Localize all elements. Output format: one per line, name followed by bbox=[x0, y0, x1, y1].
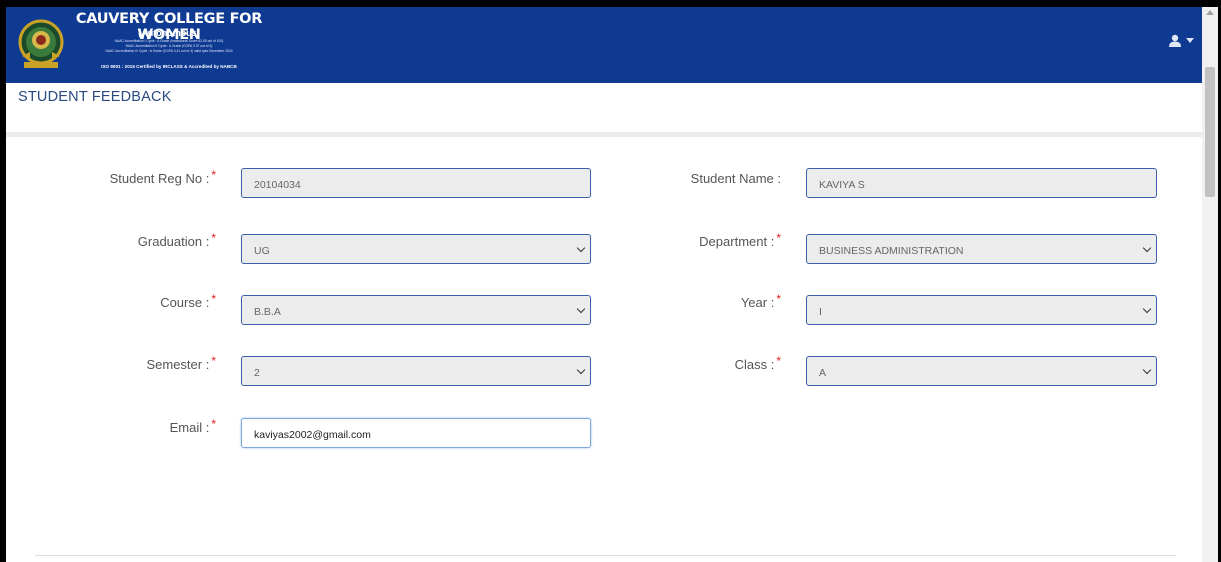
graduation-value: UG bbox=[254, 245, 270, 257]
course-value: B.B.A bbox=[254, 306, 281, 318]
section-divider bbox=[6, 132, 1202, 137]
email-input[interactable]: kaviyas2002@gmail.com bbox=[241, 418, 591, 448]
college-subtitle: (Autonomous) bbox=[138, 28, 200, 38]
class-value: A bbox=[819, 367, 827, 379]
college-logo bbox=[18, 19, 64, 68]
reg-no-label: Student Reg No : * bbox=[66, 168, 216, 186]
chevron-down-icon bbox=[576, 243, 586, 253]
scrollbar-thumb[interactable] bbox=[1205, 67, 1215, 197]
department-label-text: Department : bbox=[699, 234, 775, 249]
semester-value: 2 bbox=[254, 367, 260, 379]
required-marker: * bbox=[211, 417, 216, 431]
accreditation-line: NAAC Accreditation III Cycle : A Grade (… bbox=[105, 49, 233, 53]
course-label: Course : * bbox=[66, 292, 216, 310]
course-select[interactable]: B.B.A bbox=[241, 295, 591, 325]
semester-select[interactable]: 2 bbox=[241, 356, 591, 386]
section-divider bbox=[35, 555, 1176, 556]
vertical-scrollbar[interactable] bbox=[1202, 7, 1218, 562]
graduation-label: Graduation : * bbox=[66, 231, 216, 249]
scroll-up-arrow-icon[interactable] bbox=[1206, 10, 1214, 15]
chevron-down-icon bbox=[1142, 365, 1152, 375]
iso-certification: ISO 9001 : 2015 Certified by IRCLASS & A… bbox=[101, 64, 237, 69]
chevron-down-icon bbox=[1142, 304, 1152, 314]
email-label-text: Email : bbox=[169, 420, 210, 435]
required-marker: * bbox=[211, 354, 216, 368]
required-marker: * bbox=[776, 231, 781, 245]
class-label: Class : * bbox=[626, 354, 781, 372]
year-select[interactable]: I bbox=[806, 295, 1157, 325]
accreditation-lines: NAAC Accreditation I Cycle : A Grade (In… bbox=[69, 39, 269, 54]
graduation-select[interactable]: UG bbox=[241, 234, 591, 264]
reg-no-input[interactable]: 20104034 bbox=[241, 168, 591, 198]
reg-no-value: 20104034 bbox=[254, 179, 301, 191]
required-marker: * bbox=[211, 231, 216, 245]
year-value: I bbox=[819, 306, 822, 318]
year-label: Year : * bbox=[626, 292, 781, 310]
year-label-text: Year : bbox=[740, 295, 775, 310]
student-name-value: KAVIYA S bbox=[819, 179, 865, 191]
required-marker: * bbox=[211, 292, 216, 306]
class-select[interactable]: A bbox=[806, 356, 1157, 386]
required-marker: * bbox=[776, 354, 781, 368]
graduation-label-text: Graduation : bbox=[137, 234, 210, 249]
class-label-text: Class : bbox=[734, 357, 775, 372]
chevron-down-icon bbox=[1186, 38, 1194, 43]
student-name-label: Student Name : bbox=[690, 171, 781, 186]
semester-label-text: Semester : bbox=[146, 357, 210, 372]
required-marker: * bbox=[211, 168, 216, 182]
department-label: Department : * bbox=[626, 231, 781, 249]
required-marker: * bbox=[776, 292, 781, 306]
browser-viewport: CAUVERY COLLEGE FOR WOMEN (Autonomous) N… bbox=[6, 7, 1202, 562]
department-select[interactable]: BUSINESS ADMINISTRATION bbox=[806, 234, 1157, 264]
course-label-text: Course : bbox=[160, 295, 210, 310]
page-title: STUDENT FEEDBACK bbox=[18, 89, 172, 105]
header-bar: CAUVERY COLLEGE FOR WOMEN (Autonomous) N… bbox=[6, 7, 1202, 83]
department-value: BUSINESS ADMINISTRATION bbox=[819, 245, 964, 257]
chevron-down-icon bbox=[576, 304, 586, 314]
chevron-down-icon bbox=[576, 365, 586, 375]
semester-label: Semester : * bbox=[66, 354, 216, 372]
email-value: kaviyas2002@gmail.com bbox=[254, 429, 371, 441]
chevron-down-icon bbox=[1142, 243, 1152, 253]
user-menu-dropdown[interactable] bbox=[1166, 33, 1198, 49]
user-icon bbox=[1169, 34, 1181, 47]
student-name-input[interactable]: KAVIYA S bbox=[806, 168, 1157, 198]
reg-no-label-text: Student Reg No : bbox=[109, 171, 210, 186]
email-label: Email : * bbox=[66, 417, 216, 435]
